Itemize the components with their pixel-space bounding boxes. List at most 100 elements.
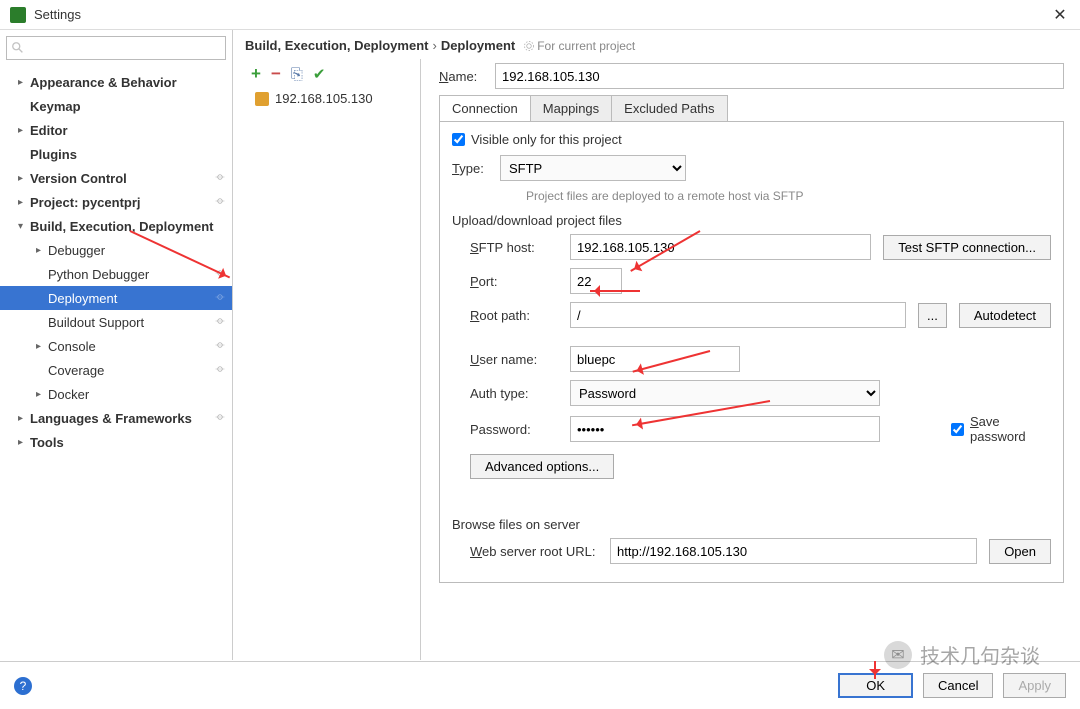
copy-icon[interactable]: ⎘ (291, 66, 303, 83)
sidebar-item[interactable]: ▸Docker (0, 382, 232, 406)
sidebar-item-label: Languages & Frameworks (30, 411, 192, 426)
sidebar-item[interactable]: ▸Tools (0, 430, 232, 454)
gear-icon (214, 195, 226, 210)
sftp-host-label: SFTP host: (470, 240, 570, 255)
root-label: Root path: (470, 308, 570, 323)
sidebar-item-label: Build, Execution, Deployment (30, 219, 213, 234)
sidebar-item[interactable]: Python Debugger (0, 262, 232, 286)
chevron-icon: ▸ (18, 437, 30, 448)
sidebar-item[interactable]: ▸Languages & Frameworks (0, 406, 232, 430)
sidebar-item[interactable]: Plugins (0, 142, 232, 166)
chevron-icon: ▸ (18, 413, 30, 424)
cancel-button[interactable]: Cancel (923, 673, 993, 698)
sidebar-item[interactable]: ▾Build, Execution, Deployment (0, 214, 232, 238)
visible-only-checkbox[interactable]: Visible only for this project (452, 132, 622, 147)
add-icon[interactable]: + (251, 64, 261, 84)
name-input[interactable] (495, 63, 1064, 89)
breadcrumb-part[interactable]: Build, Execution, Deployment (245, 38, 428, 53)
help-icon[interactable]: ? (14, 677, 32, 695)
sidebar-item-label: Project: pycentprj (30, 195, 141, 210)
search-icon (11, 41, 25, 55)
tab-content: Visible only for this project Type: SFTP… (439, 121, 1064, 583)
sidebar-item[interactable]: ▸Project: pycentprj (0, 190, 232, 214)
sidebar-item[interactable]: ▸Debugger (0, 238, 232, 262)
save-password-checkbox-input[interactable] (951, 423, 964, 436)
chevron-icon: ▾ (18, 221, 30, 232)
gear-icon (214, 291, 226, 306)
visible-only-checkbox-input[interactable] (452, 133, 465, 146)
project-scope-note: For current project (523, 39, 635, 53)
sidebar-item[interactable]: Coverage (0, 358, 232, 382)
gear-icon (523, 40, 535, 52)
sidebar-item-label: Keymap (30, 99, 81, 114)
chevron-icon: ▸ (18, 77, 30, 88)
server-toolbar: + − ⎘ ✔ (251, 63, 414, 85)
port-label: Port: (470, 274, 570, 289)
save-password-checkbox[interactable]: Save password (951, 414, 1051, 444)
search-input[interactable] (6, 36, 226, 60)
server-list-item[interactable]: 192.168.105.130 (251, 89, 414, 108)
autodetect-button[interactable]: Autodetect (959, 303, 1051, 328)
server-icon (255, 92, 269, 106)
open-button[interactable]: Open (989, 539, 1051, 564)
test-connection-button[interactable]: Test SFTP connection... (883, 235, 1051, 260)
sidebar-item[interactable]: ▸Version Control (0, 166, 232, 190)
content-area: Build, Execution, Deployment › Deploymen… (233, 30, 1080, 660)
password-label: Password: (470, 422, 570, 437)
sidebar-item[interactable]: Keymap (0, 94, 232, 118)
user-label: User name: (470, 352, 570, 367)
tab-mappings[interactable]: Mappings (531, 96, 612, 121)
default-icon[interactable]: ✔ (313, 65, 326, 83)
advanced-options-button[interactable]: Advanced options... (470, 454, 614, 479)
browse-section-label: Browse files on server (452, 517, 1051, 532)
app-icon (10, 7, 26, 23)
gear-icon (214, 315, 226, 330)
sidebar-item[interactable]: ▸Console (0, 334, 232, 358)
tab-connection[interactable]: Connection (440, 96, 531, 121)
sidebar-item[interactable]: ▸Editor (0, 118, 232, 142)
sidebar-item[interactable]: ▸Appearance & Behavior (0, 70, 232, 94)
gear-icon (214, 339, 226, 354)
gear-icon (214, 411, 226, 426)
username-input[interactable] (570, 346, 740, 372)
breadcrumb-sep: › (432, 38, 436, 53)
apply-button[interactable]: Apply (1003, 673, 1066, 698)
type-help: Project files are deployed to a remote h… (526, 189, 1051, 203)
sidebar: ▸Appearance & BehaviorKeymap▸EditorPlugi… (0, 30, 233, 660)
wechat-icon: ✉ (884, 641, 912, 669)
password-input[interactable] (570, 416, 880, 442)
sidebar-item-label: Editor (30, 123, 68, 138)
web-url-input[interactable] (610, 538, 977, 564)
browse-button[interactable]: ... (918, 303, 947, 328)
sidebar-item-label: Console (48, 339, 96, 354)
sidebar-item-label: Debugger (48, 243, 105, 258)
sidebar-item-label: Version Control (30, 171, 127, 186)
close-icon[interactable]: ✕ (1050, 5, 1070, 25)
chevron-icon: ▸ (36, 389, 48, 400)
sidebar-item[interactable]: Buildout Support (0, 310, 232, 334)
server-label: 192.168.105.130 (275, 91, 373, 106)
type-select[interactable]: SFTP (500, 155, 686, 181)
auth-type-select[interactable]: Password (570, 380, 880, 406)
sidebar-item-label: Docker (48, 387, 89, 402)
sidebar-item-label: Plugins (30, 147, 77, 162)
form-panel: Name: Connection Mappings Excluded Paths… (421, 59, 1068, 660)
watermark: ✉ 技术几句杂谈 (884, 640, 1040, 669)
upload-section-label: Upload/download project files (452, 213, 1051, 228)
root-path-input[interactable] (570, 302, 906, 328)
sftp-host-input[interactable] (570, 234, 871, 260)
tabs: Connection Mappings Excluded Paths (439, 95, 728, 121)
tab-excluded[interactable]: Excluded Paths (612, 96, 726, 121)
server-list-panel: + − ⎘ ✔ 192.168.105.130 (245, 59, 421, 660)
gear-icon (214, 363, 226, 378)
sidebar-item-label: Deployment (48, 291, 117, 306)
chevron-icon: ▸ (18, 197, 30, 208)
chevron-icon: ▸ (18, 173, 30, 184)
type-label: Type: (452, 161, 500, 176)
sidebar-item[interactable]: Deployment (0, 286, 232, 310)
remove-icon[interactable]: − (271, 64, 281, 84)
sidebar-item-label: Coverage (48, 363, 104, 378)
sidebar-item-label: Buildout Support (48, 315, 144, 330)
sidebar-item-label: Tools (30, 435, 64, 450)
breadcrumb: Build, Execution, Deployment › Deploymen… (245, 38, 1068, 53)
